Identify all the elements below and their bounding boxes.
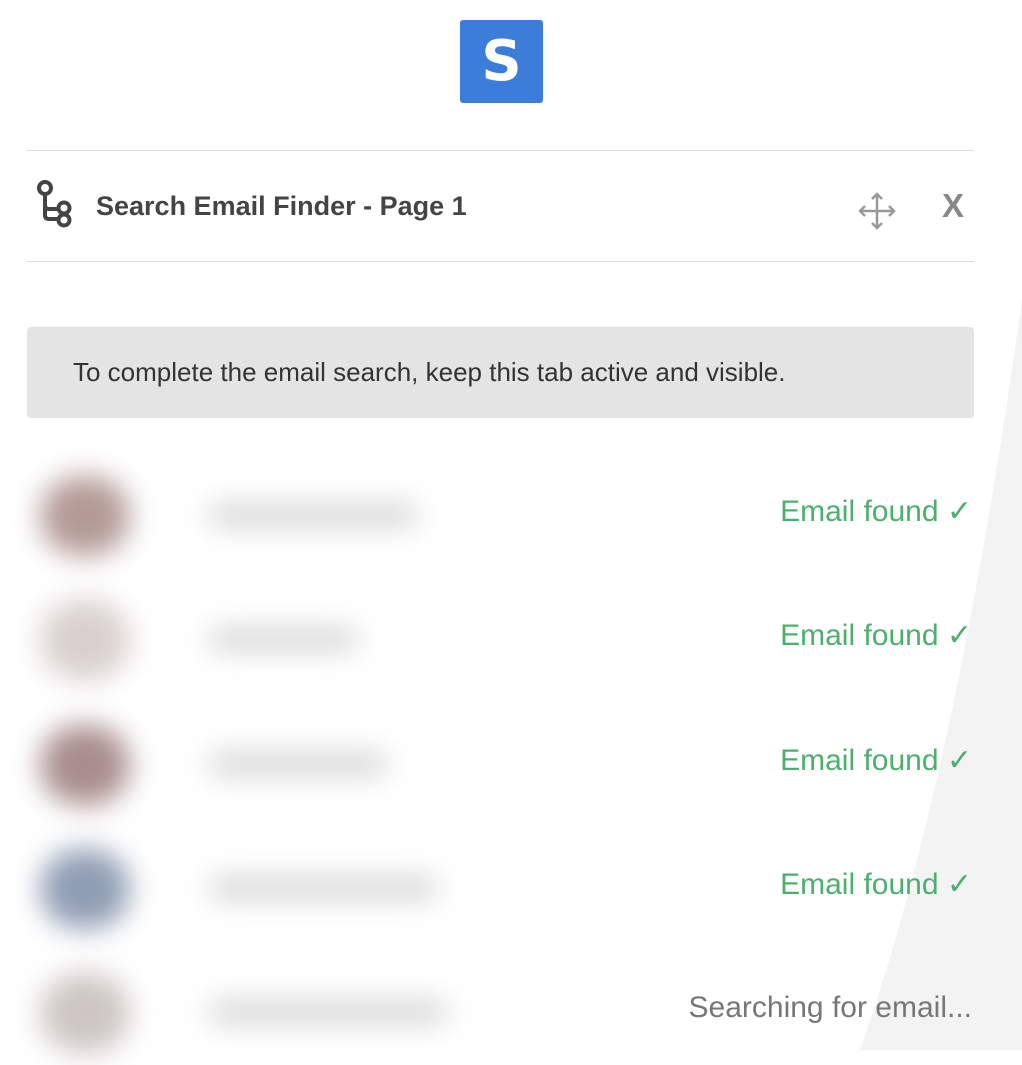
result-row[interactable]: Email found ✓ <box>0 707 1022 817</box>
avatar <box>40 600 130 680</box>
blurred-contact <box>18 831 438 941</box>
result-row[interactable]: Email found ✓ <box>0 831 1022 941</box>
blurred-name <box>208 753 388 775</box>
panel-title: Search Email Finder - Page 1 <box>96 191 467 221</box>
results-list: Email found ✓ Email found ✓ Email found … <box>0 458 1022 1053</box>
status-text: Searching for email... <box>688 991 972 1024</box>
panel-header: Search Email Finder - Page 1 X <box>27 151 974 261</box>
app-logo: S <box>460 20 543 103</box>
result-row[interactable]: Searching for email... <box>0 955 1022 1065</box>
app-logo-letter: S <box>481 28 522 94</box>
status-text: Email found ✓ <box>780 868 972 901</box>
result-row[interactable]: Email found ✓ <box>0 582 1022 692</box>
status-text: Email found ✓ <box>780 495 972 528</box>
result-row[interactable]: Email found ✓ <box>0 458 1022 568</box>
blurred-contact <box>18 955 448 1065</box>
avatar <box>40 725 130 805</box>
notice-text: To complete the email search, keep this … <box>73 357 786 387</box>
close-button[interactable]: X <box>942 189 964 222</box>
avatar <box>40 973 130 1053</box>
blurred-name <box>208 877 438 899</box>
blurred-name <box>208 1001 448 1023</box>
status-text: Email found ✓ <box>780 744 972 777</box>
avatar <box>40 476 130 556</box>
header-divider <box>27 261 974 262</box>
route-icon <box>37 180 72 228</box>
blurred-contact <box>18 707 438 817</box>
blurred-name <box>208 628 358 650</box>
status-text: Email found ✓ <box>780 619 972 652</box>
notice-banner: To complete the email search, keep this … <box>27 327 974 418</box>
blurred-name <box>208 504 418 526</box>
blurred-contact <box>18 582 438 692</box>
blurred-contact <box>18 458 438 568</box>
move-icon[interactable] <box>857 191 897 231</box>
avatar <box>40 849 130 929</box>
